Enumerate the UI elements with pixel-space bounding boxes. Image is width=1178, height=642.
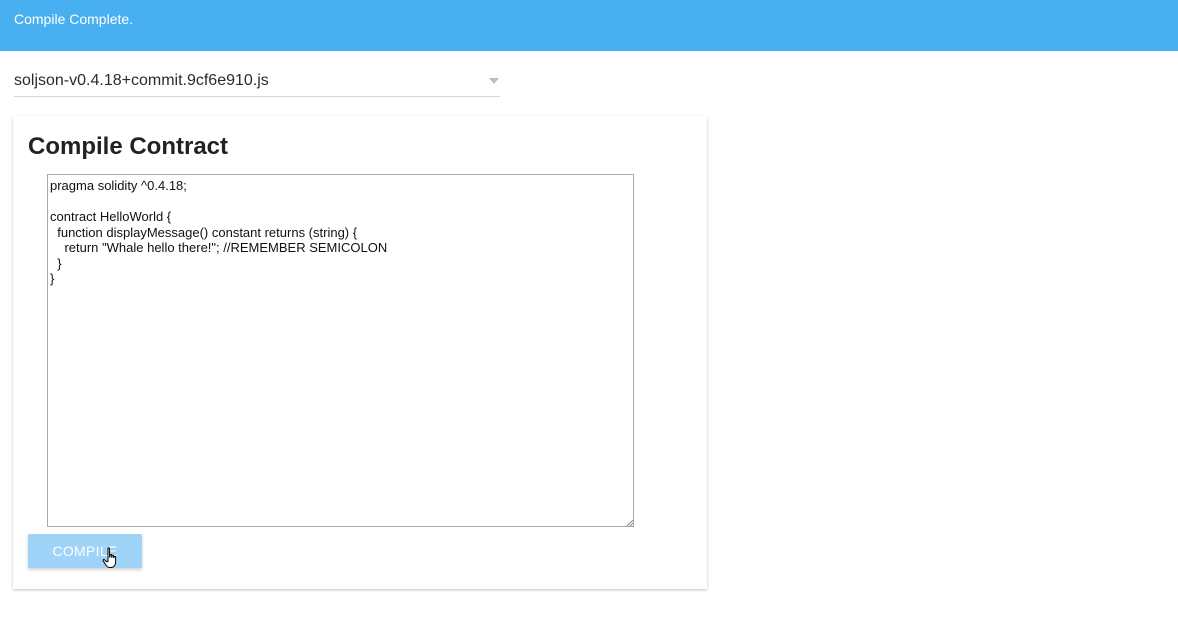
card-title: Compile Contract xyxy=(28,133,229,160)
status-bar: Compile Complete. xyxy=(0,0,1178,51)
chevron-down-icon[interactable] xyxy=(489,78,499,84)
resize-grip-icon[interactable] xyxy=(625,518,634,527)
compile-contract-card: Compile Contract pragma solidity ^0.4.18… xyxy=(13,116,707,589)
compiler-version-value: soljson-v0.4.18+commit.9cf6e910.js xyxy=(14,72,269,89)
source-code-textarea[interactable]: pragma solidity ^0.4.18; contract HelloW… xyxy=(47,174,634,527)
status-message: Compile Complete. xyxy=(14,11,134,27)
compiler-version-select[interactable]: soljson-v0.4.18+commit.9cf6e910.js xyxy=(14,66,500,97)
compile-button[interactable]: COMPILE xyxy=(28,534,142,568)
